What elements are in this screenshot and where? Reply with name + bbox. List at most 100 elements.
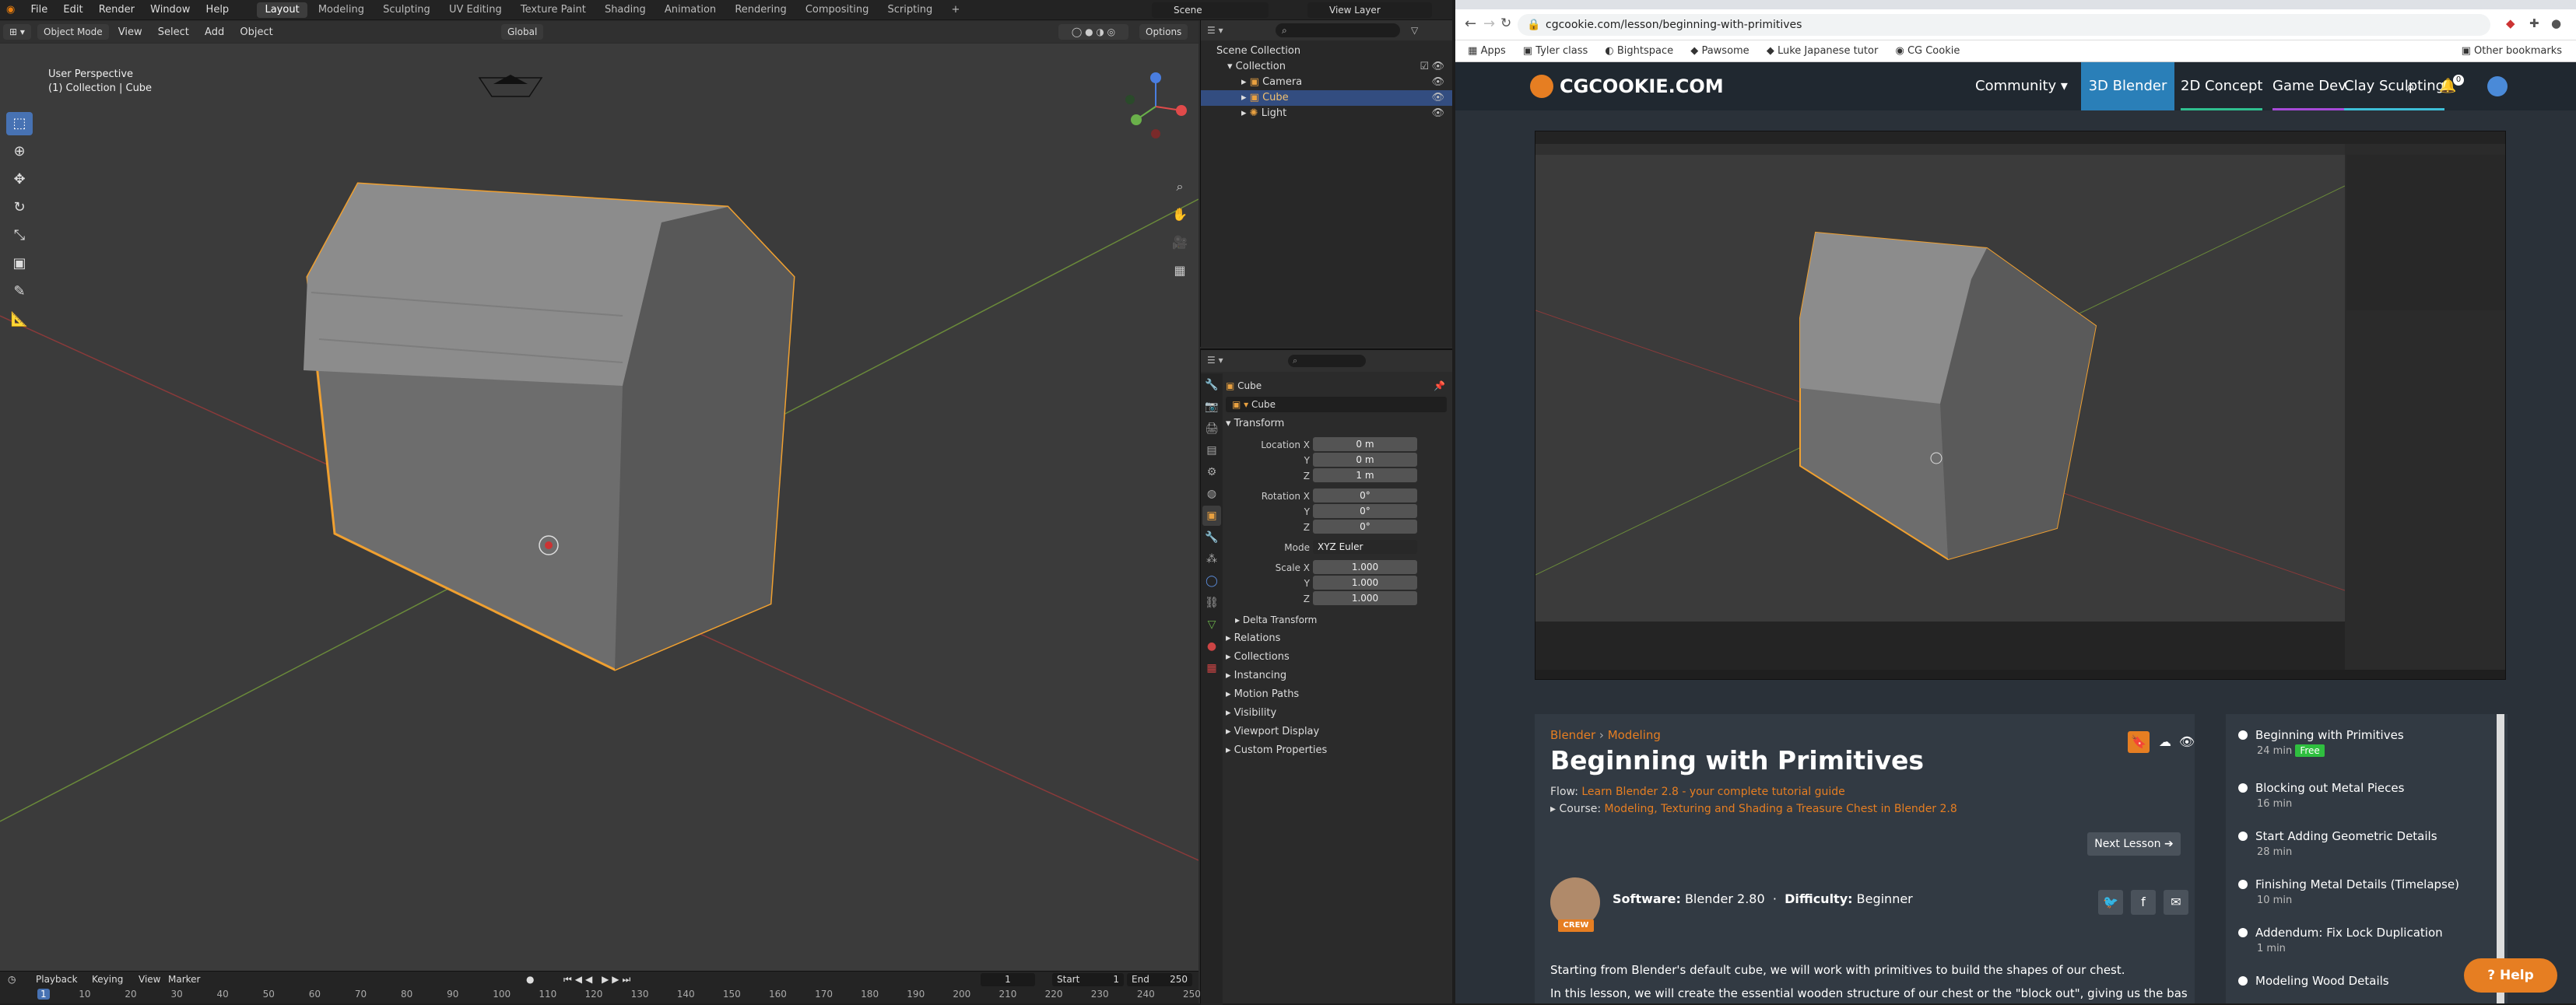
tab-shading[interactable]: Shading (597, 2, 654, 18)
properties-editor-icon[interactable]: ☰ ▾ (1207, 355, 1223, 366)
back-icon[interactable]: ← (1465, 16, 1476, 32)
outliner-item-camera[interactable]: ▸ ▣ Camera 👁 (1201, 75, 1452, 90)
camera-view-icon[interactable]: 🎥 (1169, 232, 1191, 254)
relations-panel[interactable]: ▸ Relations (1226, 630, 1450, 647)
flow-link[interactable]: Learn Blender 2.8 - your complete tutori… (1581, 786, 1844, 798)
reload-icon[interactable]: ↻ (1500, 16, 1511, 31)
lesson-item-3[interactable]: Start Adding Geometric Details 28 min (2238, 829, 2495, 858)
breadcrumb-modeling[interactable]: Modeling (1608, 728, 1661, 742)
menu-render[interactable]: Render (93, 0, 141, 20)
filter-icon[interactable]: ▽ (1411, 20, 1418, 40)
bookmark-pawsome[interactable]: ◆ Pawsome (1690, 40, 1749, 62)
forward-icon[interactable]: → (1483, 16, 1495, 32)
annotate-tool[interactable]: ✎ (6, 280, 33, 303)
mode-selector[interactable]: Object Mode (37, 24, 109, 40)
breadcrumb-blender[interactable]: Blender (1550, 728, 1595, 742)
shading-mode-buttons[interactable]: ◯ ● ◑ ◎ (1058, 24, 1128, 40)
pan-hand-icon[interactable]: ✋ (1169, 204, 1191, 226)
zoom-icon[interactable]: ⌕ (1169, 176, 1191, 198)
data-tab-icon[interactable]: ▽ (1202, 615, 1221, 635)
visibility-panel[interactable]: ▸ Visibility (1226, 705, 1450, 722)
outliner-search-input[interactable]: ⌕ (1276, 23, 1400, 37)
bookmark-brightspace[interactable]: ◐ Bightspace (1605, 40, 1673, 62)
pin-icon[interactable]: 📌 (1434, 378, 1445, 394)
visibility-eye-icon[interactable]: 👁 (1431, 75, 1444, 90)
particles-tab-icon[interactable]: ⁂ (1202, 549, 1221, 569)
3d-viewport[interactable]: User Perspective (1) Collection | Cube ⬚… (0, 44, 1199, 971)
next-lesson-button[interactable]: Next Lesson ➔ (2087, 832, 2181, 856)
menu-file[interactable]: File (24, 0, 54, 20)
nav-3d-blender[interactable]: 3D Blender (2081, 62, 2174, 110)
extensions-puzzle-icon[interactable]: ✚ (2529, 16, 2539, 30)
nav-clay-sculpting[interactable]: Clay Sculpting (2344, 62, 2445, 110)
bookmark-apps[interactable]: ▦ Apps (1468, 40, 1506, 62)
scale-y-field[interactable]: 1.000 (1313, 576, 1417, 590)
custom-properties-panel[interactable]: ▸ Custom Properties (1226, 742, 1450, 759)
twitter-icon[interactable]: 🐦 (2098, 890, 2123, 915)
select-box-tool[interactable]: ⬚ (6, 112, 33, 135)
lesson-item-5[interactable]: Addendum: Fix Lock Duplication 1 min (2238, 926, 2495, 954)
outliner-editor-icon[interactable]: ☰ ▾ (1207, 25, 1223, 36)
material-tab-icon[interactable]: ● (1202, 636, 1221, 657)
properties-search-input[interactable]: ⌕ (1288, 355, 1366, 367)
tab-animation[interactable]: Animation (657, 2, 724, 18)
user-avatar[interactable] (2487, 76, 2508, 96)
view-layer-tab-icon[interactable]: ▤ (1202, 440, 1221, 460)
location-z-field[interactable]: 1 m (1313, 468, 1417, 482)
menu-help[interactable]: Help (200, 0, 236, 20)
rotation-y-field[interactable]: 0° (1313, 504, 1417, 518)
nav-2d-concept[interactable]: 2D Concept (2181, 62, 2263, 110)
menu-select[interactable]: Select (152, 22, 195, 44)
search-icon[interactable]: ⌕ (2406, 62, 2422, 110)
bookmark-tyler-class[interactable]: ▣ Tyler class (1523, 40, 1588, 62)
tab-uv-editing[interactable]: UV Editing (441, 2, 510, 18)
navigation-gizmo[interactable] (1121, 72, 1191, 142)
transform-panel-header[interactable]: ▾ Transform (1226, 415, 1450, 432)
help-button[interactable]: ? Help (2464, 958, 2557, 993)
tab-sculpting[interactable]: Sculpting (375, 2, 438, 18)
render-tab-icon[interactable]: 📷 (1202, 397, 1221, 417)
lesson-item-2[interactable]: Blocking out Metal Pieces 16 min (2238, 781, 2495, 810)
blender-logo-icon[interactable]: ◉ (0, 0, 21, 20)
lesson-item-6[interactable]: Modeling Wood Details (2238, 974, 2495, 988)
cursor-tool[interactable]: ⊕ (6, 140, 33, 163)
tab-rendering[interactable]: Rendering (727, 2, 794, 18)
timeline-editor-icon[interactable]: ◷ (8, 972, 16, 987)
keying-menu[interactable]: Keying (92, 972, 123, 987)
playback-menu[interactable]: Playback (36, 972, 78, 987)
visibility-eye-icon[interactable]: 👁 (1431, 90, 1444, 106)
collections-panel[interactable]: ▸ Collections (1226, 649, 1450, 666)
marker-menu[interactable]: Marker (168, 972, 200, 987)
location-y-field[interactable]: 0 m (1313, 453, 1417, 467)
object-name-field[interactable]: ▣ ▾ Cube (1226, 397, 1447, 412)
view-layer-selector[interactable]: View Layer (1307, 2, 1432, 18)
menu-window[interactable]: Window (144, 0, 196, 20)
bookmark-cg-cookie[interactable]: ◉ CG Cookie (1895, 40, 1960, 62)
outliner-item-cube[interactable]: ▸ ▣ Cube 👁 (1201, 90, 1452, 106)
menu-object[interactable]: Object (233, 22, 279, 44)
scale-tool[interactable]: ⤡ (6, 224, 33, 247)
end-frame-field[interactable]: End 250 (1127, 973, 1192, 986)
add-workspace-button[interactable]: + (943, 2, 967, 18)
start-frame-field[interactable]: Start 1 (1052, 973, 1124, 986)
orientation-selector[interactable]: Global (501, 24, 544, 40)
viewport-display-panel[interactable]: ▸ Viewport Display (1226, 723, 1450, 741)
extension-icon[interactable]: ◆ (2506, 16, 2515, 30)
outliner-item-light[interactable]: ▸ ✺ Light 👁 (1201, 106, 1452, 121)
lesson-item-1[interactable]: Beginning with Primitives 24 min Free (2238, 728, 2495, 757)
notification-bell-icon[interactable]: 🔔 (2439, 62, 2456, 110)
world-tab-icon[interactable]: ◍ (1202, 484, 1221, 504)
current-frame-field[interactable]: 1 (981, 973, 1035, 986)
nav-game-dev[interactable]: Game Dev (2272, 62, 2346, 110)
site-logo[interactable]: CGCOOKIE.COM (1560, 62, 1724, 110)
physics-tab-icon[interactable]: ◯ (1202, 571, 1221, 591)
rotation-x-field[interactable]: 0° (1313, 488, 1417, 502)
instancing-panel[interactable]: ▸ Instancing (1226, 667, 1450, 685)
email-icon[interactable]: ✉ (2164, 890, 2188, 915)
outliner-scene-collection[interactable]: Scene Collection (1201, 44, 1452, 59)
modifier-tab-icon[interactable]: 🔧 (1202, 527, 1221, 548)
bookmark-other[interactable]: ▣ Other bookmarks (2462, 40, 2562, 62)
scale-z-field[interactable]: 1.000 (1313, 591, 1417, 605)
cgcookie-logo-icon[interactable] (1530, 75, 1553, 98)
record-button[interactable]: ● (526, 972, 534, 987)
